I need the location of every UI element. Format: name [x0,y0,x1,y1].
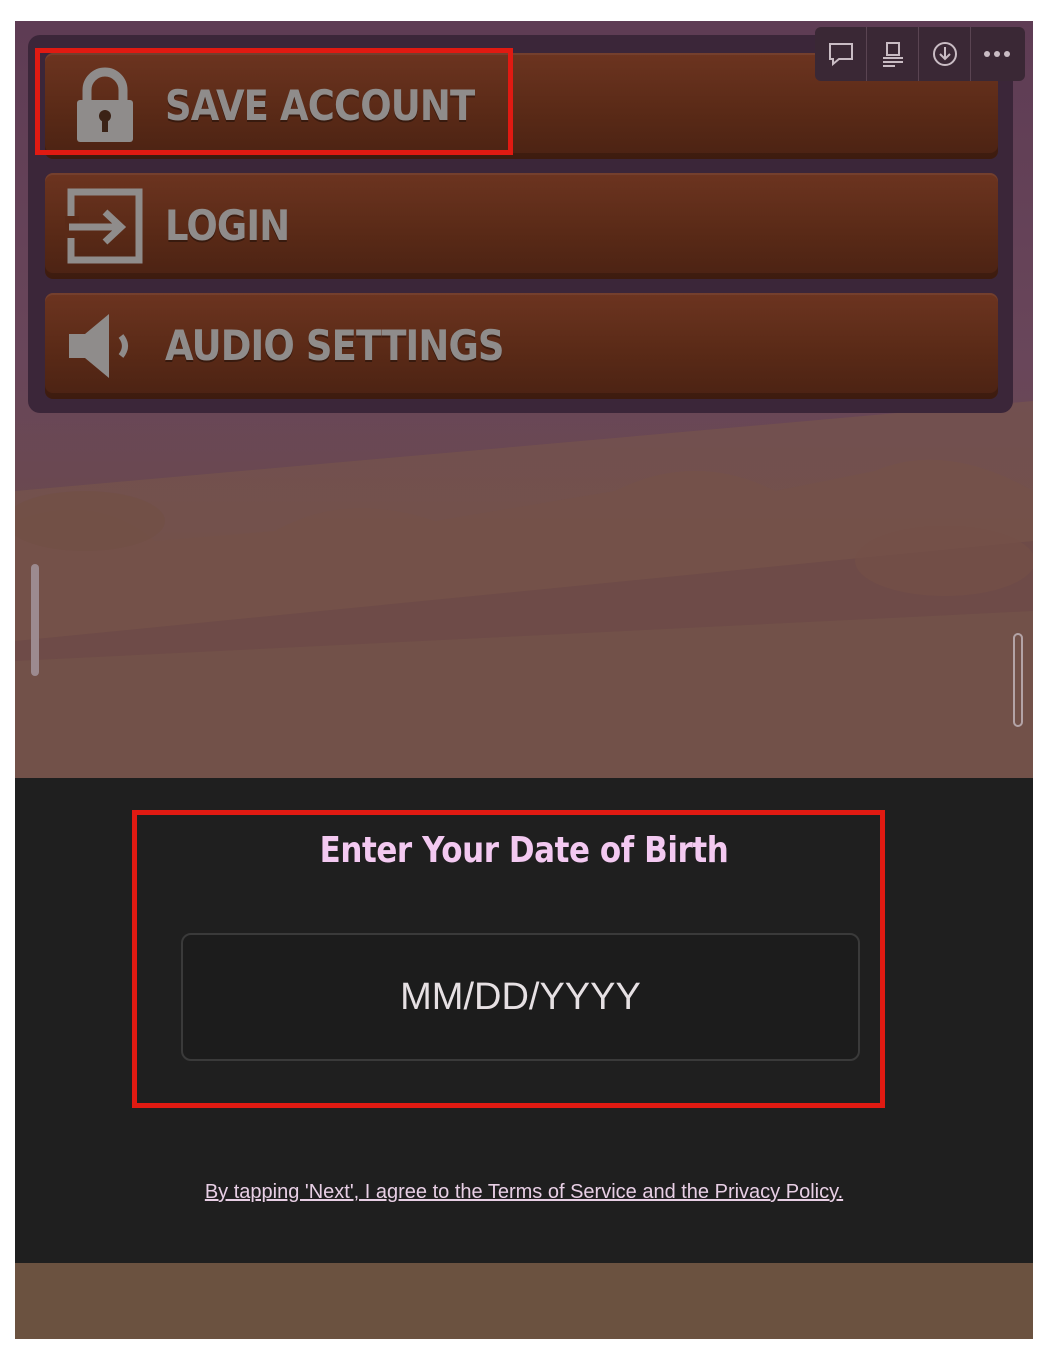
left-drag-handle[interactable] [31,564,39,676]
login-icon [65,188,143,264]
pin-button[interactable] [867,27,919,81]
login-label: LOGIN [165,201,290,250]
comment-button[interactable] [815,27,867,81]
ground-strip [15,1263,1033,1339]
terms-link[interactable]: By tapping 'Next', I agree to the Terms … [15,1181,1033,1204]
download-button[interactable] [919,27,971,81]
dob-title: Enter Your Date of Birth [319,830,729,871]
settings-menu-panel: SAVE ACCOUNT LOGIN AUDIO SETTINGS [28,35,1013,413]
more-button[interactable] [971,27,1023,81]
lock-icon [77,67,133,142]
date-of-birth-dialog: Enter Your Date of Birth By tapping 'Nex… [15,778,1033,1263]
comment-icon [828,43,853,67]
right-scrollbar[interactable] [1013,633,1023,727]
app-frame: SAVE ACCOUNT LOGIN AUDIO SETTINGS Enter … [15,21,1033,1339]
speaker-icon [69,314,128,378]
game-background: SAVE ACCOUNT LOGIN AUDIO SETTINGS [15,21,1033,778]
audio-settings-label: AUDIO SETTINGS [165,321,505,370]
dob-input[interactable] [181,933,860,1061]
save-account-label: SAVE ACCOUNT [165,81,475,130]
login-button[interactable]: LOGIN [45,173,998,279]
more-icon [984,51,1010,57]
pin-icon [882,42,903,67]
audio-settings-button[interactable]: AUDIO SETTINGS [45,293,998,399]
browser-toolbar [815,27,1025,81]
download-icon [932,42,957,66]
